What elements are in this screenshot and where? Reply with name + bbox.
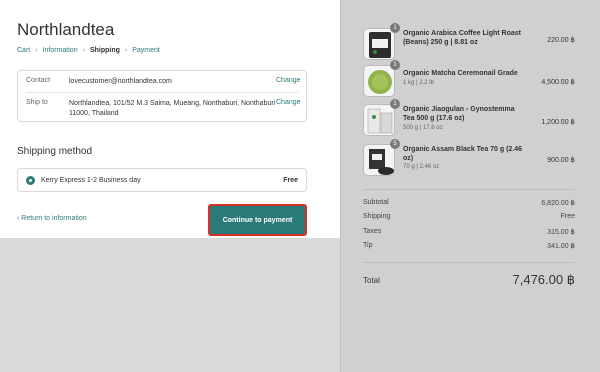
breadcrumb: Cart › Information › Shipping › Payment bbox=[17, 47, 160, 54]
tip-label: Tip bbox=[363, 242, 373, 249]
total-row: Total 7,476.00 ฿ bbox=[363, 272, 575, 288]
shipping-row: Shipping Free bbox=[363, 213, 575, 220]
contact-value: lovecustomer@northlandtea.com bbox=[69, 78, 172, 85]
breadcrumb-payment: Payment bbox=[132, 47, 160, 54]
product-name: Organic Jiaogulan - Gynostemma Tea 500 g… bbox=[403, 106, 515, 122]
product-name: Organic Matcha Ceremonail Grade bbox=[403, 70, 518, 77]
product-image bbox=[363, 104, 395, 136]
quantity-badge: 1 bbox=[390, 99, 400, 109]
product-price: 900.00 ฿ bbox=[547, 157, 575, 164]
product-name: Organic Assam Black Tea 70 g (2.46 oz) bbox=[403, 146, 523, 162]
divider bbox=[363, 262, 575, 263]
line-item: 1 Organic Arabica Coffee Light Roast (Be… bbox=[363, 23, 575, 60]
product-variant: 70 g | 2.46 oz bbox=[403, 164, 440, 170]
shipping-value: Free bbox=[560, 213, 575, 220]
shipping-option[interactable]: Kerry Express 1-2 Business day Free bbox=[17, 168, 307, 192]
breadcrumb-information[interactable]: Information bbox=[43, 47, 78, 54]
contact-label: Contact bbox=[26, 77, 51, 84]
product-price: 220.00 ฿ bbox=[547, 37, 575, 44]
product-price: 1,200.00 ฿ bbox=[541, 119, 575, 126]
checkout-main-panel: Northlandtea Cart › Information › Shippi… bbox=[0, 0, 340, 238]
chevron-right-icon: › bbox=[82, 47, 85, 54]
ship-to-value: Northlandtea, 101/52 M.3 Saima, Mueang, … bbox=[69, 100, 276, 117]
taxes-label: Taxes bbox=[363, 228, 382, 235]
divider bbox=[363, 189, 575, 190]
total-label: Total bbox=[363, 275, 380, 285]
tip-value: 341.00 ฿ bbox=[547, 243, 575, 250]
product-image bbox=[363, 144, 395, 176]
radio-selected-icon[interactable] bbox=[26, 175, 35, 185]
review-box: Contact lovecustomer@northlandtea.com Ch… bbox=[17, 70, 307, 122]
contact-row: Contact lovecustomer@northlandtea.com Ch… bbox=[26, 77, 301, 87]
taxes-value: 315.00 ฿ bbox=[547, 229, 575, 236]
chevron-right-icon: › bbox=[35, 47, 38, 54]
product-variant: 500 g | 17.6 oz bbox=[403, 125, 443, 131]
shipping-label: Shipping bbox=[363, 213, 391, 220]
order-summary-sidebar: 1 Organic Arabica Coffee Light Roast (Be… bbox=[340, 0, 600, 372]
return-label: Return to information bbox=[21, 215, 87, 222]
subtotal-value: 6,820.00 ฿ bbox=[541, 200, 575, 207]
breadcrumb-shipping: Shipping bbox=[89, 47, 120, 54]
line-item: 1 Organic Matcha Ceremonail Grade 1 kg |… bbox=[363, 60, 575, 97]
product-image bbox=[363, 65, 395, 97]
product-price: 4,500.00 ฿ bbox=[541, 79, 575, 86]
shipping-method-heading: Shipping method bbox=[17, 146, 93, 157]
ship-to-row: Ship to Northlandtea, 101/52 M.3 Saima, … bbox=[26, 99, 301, 119]
continue-to-payment-button[interactable]: Continue to payment bbox=[208, 204, 307, 236]
divider bbox=[26, 92, 298, 93]
shipping-option-price: Free bbox=[283, 176, 298, 184]
quantity-badge: 5 bbox=[390, 139, 400, 149]
shipping-option-label: Kerry Express 1-2 Business day bbox=[41, 176, 141, 184]
contact-change-link[interactable]: Change bbox=[276, 77, 301, 87]
product-image bbox=[363, 28, 395, 60]
quantity-badge: 1 bbox=[390, 60, 400, 70]
shop-title[interactable]: Northlandtea bbox=[17, 20, 114, 40]
breadcrumb-cart[interactable]: Cart bbox=[17, 47, 30, 54]
line-item: 1 Organic Jiaogulan - Gynostemma Tea 500… bbox=[363, 99, 575, 136]
chevron-right-icon: › bbox=[124, 47, 128, 54]
return-to-information-link[interactable]: ‹ Return to information bbox=[17, 215, 87, 222]
taxes-row: Taxes 315.00 ฿ bbox=[363, 228, 575, 236]
ship-to-label: Ship to bbox=[26, 99, 48, 106]
line-item: 5 Organic Assam Black Tea 70 g (2.46 oz)… bbox=[363, 139, 575, 176]
product-variant: 1 kg | 2.2 lb bbox=[403, 80, 434, 86]
quantity-badge: 1 bbox=[390, 23, 400, 33]
subtotal-label: Subtotal bbox=[363, 199, 389, 206]
subtotal-row: Subtotal 6,820.00 ฿ bbox=[363, 199, 575, 207]
ship-to-change-link[interactable]: Change bbox=[276, 99, 301, 119]
product-name: Organic Arabica Coffee Light Roast (Bean… bbox=[403, 30, 521, 46]
tip-row: Tip 341.00 ฿ bbox=[363, 242, 575, 250]
total-value: 7,476.00 ฿ bbox=[512, 272, 576, 287]
